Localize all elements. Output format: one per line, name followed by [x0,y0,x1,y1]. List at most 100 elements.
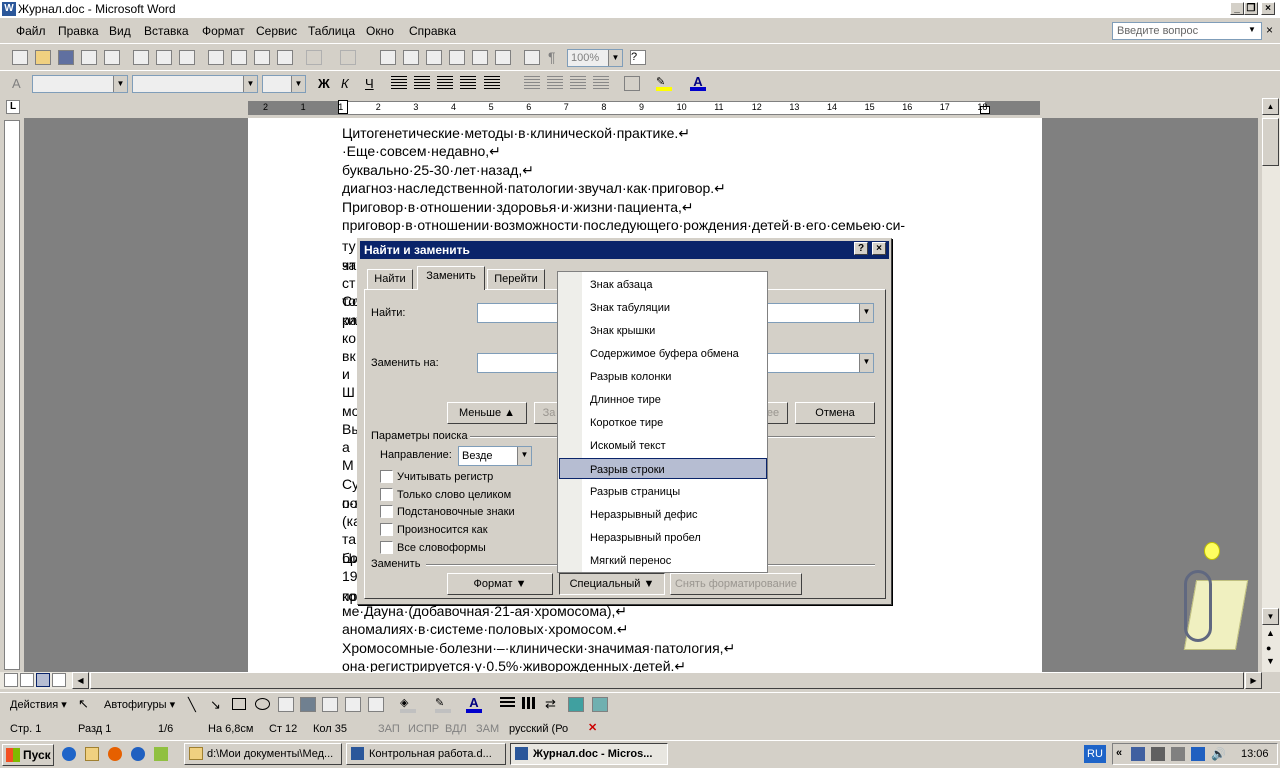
sounds-like-checkbox[interactable] [380,523,393,536]
dialog-help-button[interactable]: ? [854,242,868,255]
shadow-icon[interactable] [568,697,584,712]
quicklaunch-ie-icon[interactable] [62,747,76,761]
special-menu-item[interactable]: Знак крышки [559,320,767,341]
match-case-checkbox[interactable] [380,470,393,483]
zoom-combo[interactable]: 100% ▼ [567,49,623,67]
quicklaunch-firefox-icon[interactable] [108,747,122,761]
format-painter-icon[interactable] [277,50,293,65]
save-icon[interactable] [58,50,74,65]
web-view-icon[interactable] [20,673,34,687]
menu-window[interactable]: Окно [366,24,394,38]
fill-color-icon[interactable]: ◈ [400,696,416,713]
document-line[interactable]: ме·Дауна·(добавочная·21-ая·хромосома),↵ [342,603,627,620]
align-center-icon[interactable] [414,76,430,91]
drawing-icon[interactable] [495,50,511,65]
next-page-icon[interactable]: ▼ [1266,656,1275,666]
chevron-down-icon[interactable]: ▼ [113,76,127,92]
dialog-close-button[interactable]: × [872,242,886,255]
document-line[interactable]: Хромосомные·болезни·–·клинически·значима… [342,640,735,657]
drawing-font-color-icon[interactable]: A [466,695,482,713]
bold-icon[interactable]: Ж [318,76,330,91]
menu-edit[interactable]: Правка [58,24,99,38]
vertical-scrollbar[interactable]: ▲ ▼ ▲ ● ▼ [1262,98,1280,672]
increase-indent-icon[interactable] [593,76,609,91]
document-line-fragment[interactable]: та [342,531,356,547]
styles-icon[interactable]: A [12,76,21,91]
special-menu-item[interactable]: Мягкий перенос [559,550,767,571]
borders-icon[interactable] [624,76,640,91]
dash-style-icon[interactable] [522,697,537,709]
show-formatting-icon[interactable]: ¶ [548,49,556,65]
prev-page-icon[interactable]: ▲ [1266,628,1275,638]
document-line[interactable]: Приговор·в·отношении·здоровья·и·жизни·па… [342,199,694,216]
start-button[interactable]: Пуск [2,744,54,766]
special-menu-item[interactable]: Короткое тире [559,412,767,433]
special-menu-item[interactable]: Искомый текст [559,435,767,456]
line-color-icon[interactable]: ✎ [435,696,451,713]
chevron-down-icon[interactable]: ▼ [517,447,531,465]
document-line-fragment[interactable]: ст [342,275,355,291]
chevron-down-icon[interactable]: ▼ [608,50,622,66]
document-line-fragment[interactable]: ту [342,238,356,254]
insert-excel-icon[interactable] [449,50,465,65]
horizontal-scrollbar[interactable]: ◀ ▶ [0,672,1262,689]
menu-insert[interactable]: Вставка [144,24,189,38]
chevron-down-icon[interactable]: ▼ [859,304,873,322]
document-line-fragment[interactable]: Ш [342,384,355,400]
line-icon[interactable]: ╲ [188,697,196,713]
document-line-fragment[interactable]: 19 [342,568,358,584]
print-layout-icon[interactable] [36,673,50,687]
status-rec[interactable]: ЗАП [378,723,400,735]
bullets-icon[interactable] [547,76,563,91]
scroll-thumb[interactable] [1262,118,1279,166]
office-assistant-clippy[interactable] [1160,540,1260,655]
vertical-ruler[interactable] [4,120,20,670]
ask-dropdown-arrow[interactable]: ▼ [1248,25,1256,34]
whole-word-checkbox[interactable] [380,488,393,501]
permission-icon[interactable] [81,50,97,65]
special-menu-item[interactable]: Знак табуляции [559,297,767,318]
ask-question-box[interactable]: Введите вопрос [1112,22,1262,40]
chevron-down-icon[interactable]: ▼ [859,354,873,372]
email-icon[interactable] [104,50,120,65]
status-trk[interactable]: ИСПР [408,723,439,735]
columns-icon[interactable] [472,50,488,65]
arrow-icon[interactable]: ↘ [210,697,221,713]
menu-table[interactable]: Таблица [308,24,355,38]
print-icon[interactable] [133,50,149,65]
select-objects-icon[interactable]: ↖ [78,696,89,712]
taskbar-doc-task[interactable]: Контрольная работа.d... [346,743,506,765]
clipart-icon[interactable] [345,697,361,712]
document-line-fragment[interactable]: ко [342,330,356,346]
taskbar-word-task[interactable]: Журнал.doc - Micros... [510,743,668,765]
restore-button[interactable]: ❐ [1244,2,1258,15]
tab-goto[interactable]: Перейти [487,269,545,290]
format-button[interactable]: Формат ▼ [447,573,553,595]
status-ext[interactable]: ВДЛ [445,723,467,735]
scroll-right-button[interactable]: ▶ [1245,672,1262,689]
clock[interactable]: 13:06 [1241,748,1269,760]
numbering-icon[interactable] [524,76,540,91]
document-line[interactable]: ·Еще·совсем·недавно,↵ [342,143,501,160]
document-line[interactable]: аномалиях·в·системе·половых·хромосом.↵ [342,621,629,638]
copy-icon[interactable] [231,50,247,65]
special-menu-item[interactable]: Неразрывный пробел [559,527,767,548]
paste-icon[interactable] [254,50,270,65]
tray-app3-icon[interactable] [1191,747,1205,761]
font-color-icon[interactable]: A [690,74,706,91]
tab-selector-icon[interactable]: L [6,100,20,114]
status-ovr[interactable]: ЗАМ [476,723,499,735]
menu-view[interactable]: Вид [109,24,131,38]
align-right-icon[interactable] [437,76,453,91]
diagram-icon[interactable] [322,697,338,712]
special-button[interactable]: Специальный ▼ [559,573,665,595]
minimize-button[interactable]: _ [1230,2,1244,15]
document-line[interactable]: диагноз·наследственной·патологии·звучал·… [342,180,726,197]
spelling-status-icon[interactable]: ✕ [588,721,610,735]
scroll-left-button[interactable]: ◀ [72,672,89,689]
less-button[interactable]: Меньше ▲ [447,402,527,424]
document-line-fragment[interactable]: и [342,366,350,382]
volume-icon[interactable]: 🔊 [1211,747,1226,761]
document-line[interactable]: приговор·в·отношении·возможности·последу… [342,217,905,233]
tray-app2-icon[interactable] [1171,747,1185,761]
